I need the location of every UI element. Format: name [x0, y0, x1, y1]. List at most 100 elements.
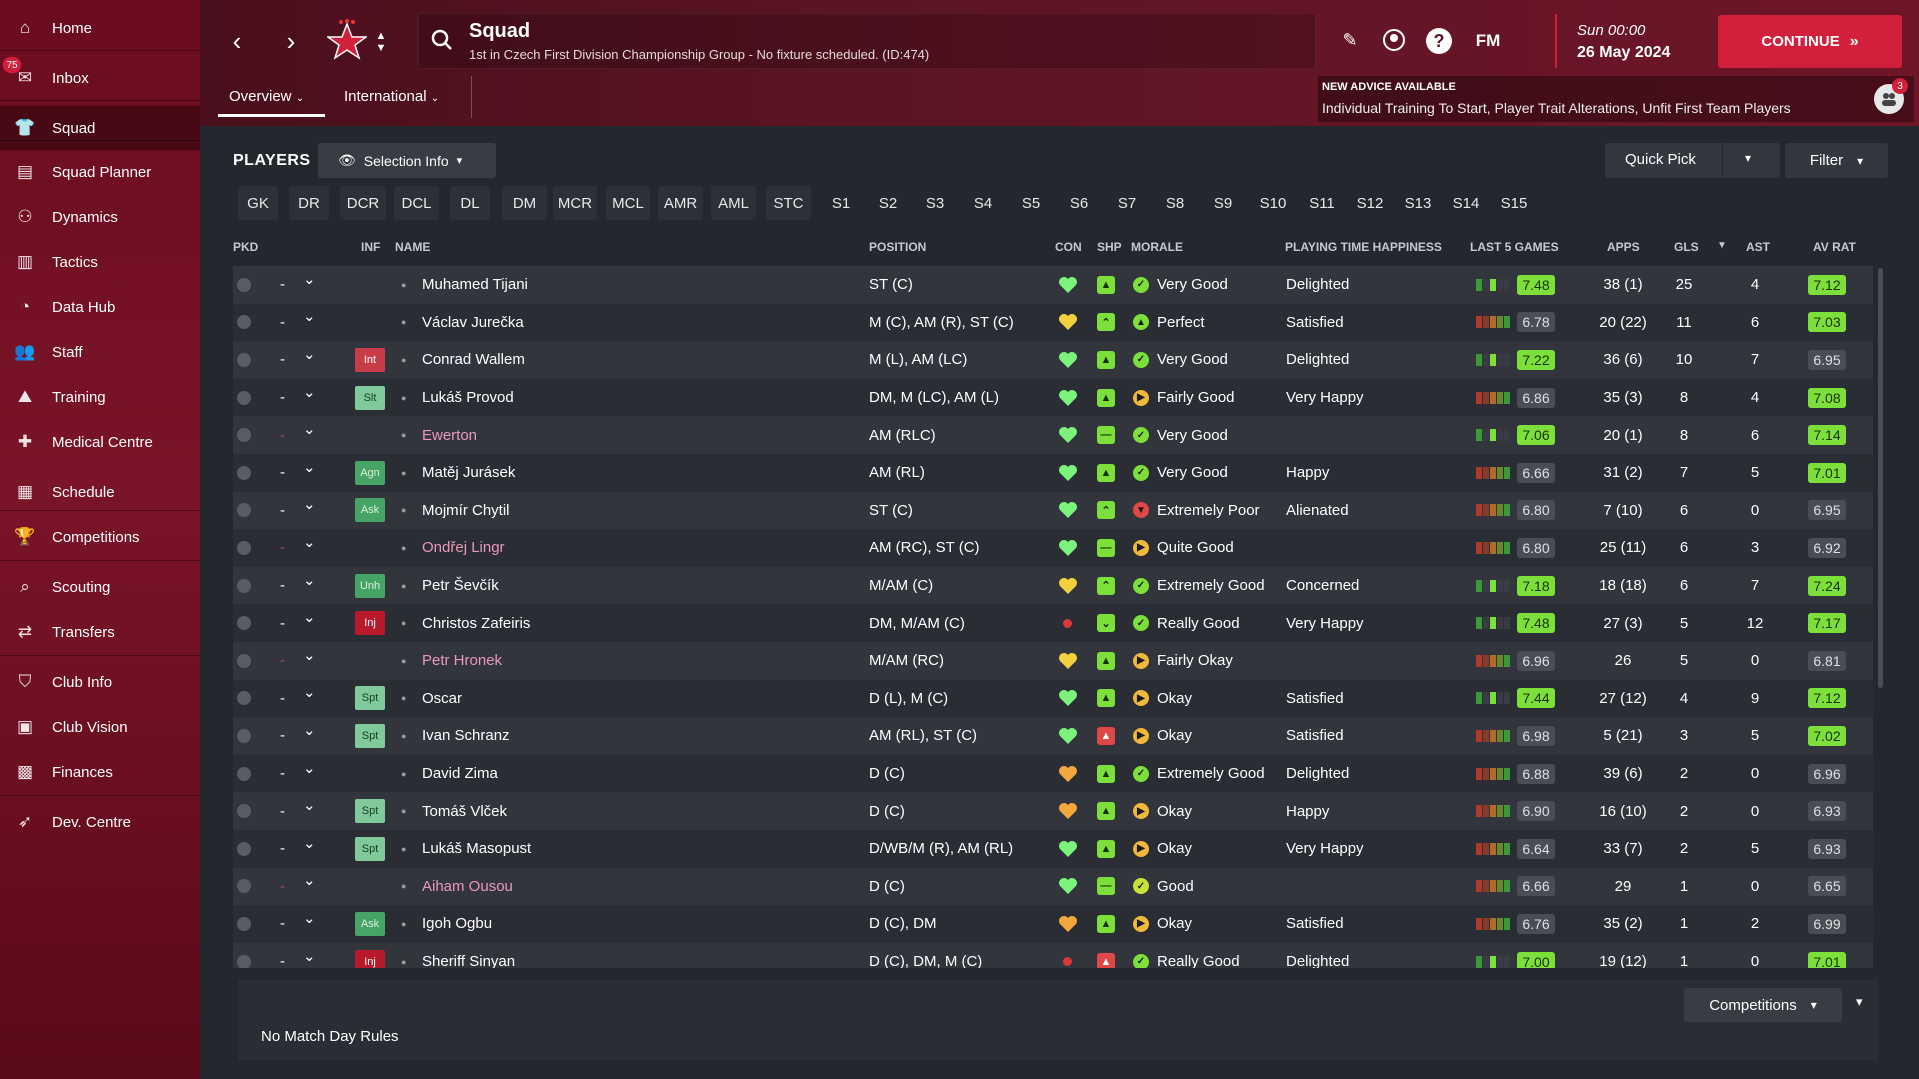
sidebar-item-training[interactable]: ⛰ Training — [0, 375, 200, 419]
sidebar-item-squad[interactable]: 👕 Squad — [0, 106, 200, 150]
player-name[interactable]: Tomáš Vlček — [422, 792, 507, 830]
position-filter-s6[interactable]: S6 — [1064, 186, 1094, 220]
inf-badge[interactable]: Inj — [355, 949, 385, 968]
player-name[interactable]: Václav Jurečka — [422, 304, 524, 342]
pick-toggle[interactable] — [237, 454, 257, 492]
club-switch-icon[interactable]: ▲ ▼ — [374, 24, 388, 60]
position-filter-s10[interactable]: S10 — [1256, 186, 1290, 220]
pick-dot[interactable] — [237, 578, 251, 593]
inf-badge[interactable]: Spt — [355, 723, 385, 748]
sidebar-item-inbox[interactable]: ✉ Inbox — [0, 56, 200, 100]
position-filter-s13[interactable]: S13 — [1401, 186, 1435, 220]
col-av-rat[interactable]: AV RAT — [1813, 240, 1856, 254]
col-playing-time-happiness[interactable]: PLAYING TIME HAPPINESS — [1285, 240, 1442, 254]
row-chevron-icon[interactable]: ⌄ — [303, 786, 317, 824]
player-name[interactable]: Ondřej Lingr — [422, 529, 505, 567]
table-row[interactable]: - ⌄ ● David Zima D (C) ▲ ✓ Extremely Good Deligh… — [233, 754, 1873, 793]
position-filter-s1[interactable]: S1 — [826, 186, 856, 220]
row-chevron-icon[interactable]: ⌄ — [303, 373, 317, 411]
sidebar-item-competitions[interactable]: 🏆 Competitions — [0, 515, 200, 559]
inf-badge[interactable]: Ask — [355, 498, 385, 523]
table-row[interactable]: - ⌄ Spt ● Tomáš Vlček D (C) ▲ ▶ Okay Happy 6.90 16 … — [233, 792, 1873, 830]
pick-toggle[interactable] — [237, 755, 257, 793]
quick-pick-button[interactable]: Quick Pick ▾ — [1605, 143, 1780, 178]
table-row[interactable]: - ⌄ ● Ondřej Lingr AM (RC), ST (C) — ▶ Quite Go… — [233, 529, 1873, 567]
pick-toggle[interactable] — [237, 868, 257, 906]
position-filter-s9[interactable]: S9 — [1208, 186, 1238, 220]
pick-dot[interactable] — [237, 728, 251, 743]
player-name[interactable]: Ewerton — [422, 416, 477, 454]
pick-toggle[interactable] — [237, 379, 257, 417]
manager-face-icon[interactable] — [1380, 26, 1408, 54]
pick-toggle[interactable] — [237, 567, 257, 605]
pick-dot[interactable] — [237, 503, 251, 518]
table-row[interactable]: - ⌄ ● Petr Hronek M/AM (RC) ▲ ▶ Fairly Okay 6.96… — [233, 642, 1873, 680]
pick-dot[interactable] — [237, 766, 251, 781]
inf-badge[interactable]: Spt — [355, 799, 385, 824]
tab-overview[interactable]: Overview ⌄ — [229, 88, 304, 105]
table-row[interactable]: - ⌄ Ask ● Igoh Ogbu D (C), DM ▲ ▶ Okay Satisfied 6… — [233, 905, 1873, 943]
pick-toggle[interactable] — [237, 642, 257, 680]
pick-toggle[interactable] — [237, 492, 257, 530]
row-chevron-icon[interactable]: ⌄ — [303, 862, 317, 900]
position-filter-s12[interactable]: S12 — [1353, 186, 1387, 220]
table-row[interactable]: - ⌄ Unh ● Petr Ševčík M/AM (C) ⌃ ✓ Extremely Goo… — [233, 566, 1873, 605]
position-filter-dm[interactable]: DM — [502, 186, 547, 220]
edit-icon[interactable]: ✎ — [1338, 28, 1362, 52]
col-ast[interactable]: AST — [1746, 240, 1770, 254]
sidebar-item-medical-centre[interactable]: ✚ Medical Centre — [0, 420, 200, 464]
pick-dot[interactable] — [237, 315, 251, 330]
pick-toggle[interactable] — [237, 943, 257, 968]
pick-dot[interactable] — [237, 916, 251, 931]
sort-desc-icon[interactable]: ▼ — [1717, 240, 1727, 251]
sidebar-item-transfers[interactable]: ⇄ Transfers — [0, 610, 200, 654]
sidebar-item-tactics[interactable]: ▥ Tactics — [0, 240, 200, 284]
tab-international[interactable]: International ⌄ — [344, 88, 439, 105]
col-shp[interactable]: SHP — [1097, 240, 1122, 254]
table-row[interactable]: - ⌄ ● Václav Jurečka M (C), AM (R), ST (C) ⌃ ▲… — [233, 303, 1873, 342]
table-row[interactable]: - ⌄ Inj ● Sheriff Sinyan D (C), DM, M (C) ▲ ✓ Re… — [233, 942, 1873, 968]
pick-dot[interactable] — [237, 277, 251, 292]
player-name[interactable]: David Zima — [422, 755, 498, 793]
pick-dot[interactable] — [237, 841, 251, 856]
col-inf[interactable]: INF — [361, 240, 380, 254]
table-row[interactable]: - ⌄ ● Muhamed Tijani ST (C) ▲ ✓ Very Good Deligh… — [233, 266, 1873, 304]
position-filter-gk[interactable]: GK — [238, 186, 278, 220]
position-filter-mcl[interactable]: MCL — [606, 186, 650, 220]
position-filter-s5[interactable]: S5 — [1016, 186, 1046, 220]
inf-badge[interactable]: Spt — [355, 686, 385, 711]
sidebar-item-home[interactable]: ⌂ Home — [0, 6, 200, 50]
pick-dot[interactable] — [237, 691, 251, 706]
pick-dot[interactable] — [237, 428, 251, 443]
help-icon[interactable]: ? — [1426, 28, 1452, 54]
position-filter-s2[interactable]: S2 — [873, 186, 903, 220]
inf-badge[interactable]: Unh — [355, 573, 385, 598]
col-con[interactable]: CON — [1055, 240, 1082, 254]
row-chevron-icon[interactable]: ⌄ — [303, 561, 317, 599]
player-name[interactable]: Oscar — [422, 680, 462, 718]
chevron-down-icon[interactable]: ▾ — [1745, 151, 1751, 165]
sidebar-item-staff[interactable]: 👥 Staff — [0, 330, 200, 374]
forward-button[interactable]: › — [278, 26, 304, 56]
table-row[interactable]: - ⌄ Spt ● Ivan Schranz AM (RL), ST (C) ▲ ▶ Okay S… — [233, 717, 1873, 755]
table-row[interactable]: - ⌄ ● Ewerton AM (RLC) — ✓ Very Good 7.06 20 (1) 8… — [233, 416, 1873, 454]
col-name[interactable]: NAME — [395, 240, 430, 254]
row-chevron-icon[interactable]: ⌄ — [303, 448, 317, 486]
sidebar-item-squad-planner[interactable]: ▤ Squad Planner — [0, 150, 200, 194]
player-name[interactable]: Mojmír Chytil — [422, 492, 510, 530]
search-icon[interactable] — [429, 27, 455, 53]
position-filter-dr[interactable]: DR — [289, 186, 329, 220]
player-name[interactable]: Lukáš Masopust — [422, 830, 531, 868]
pick-toggle[interactable] — [237, 341, 257, 379]
pick-dot[interactable] — [237, 540, 251, 555]
competitions-dropdown[interactable]: Competitions ▾ — [1684, 988, 1842, 1022]
advice-panel[interactable]: NEW ADVICE AVAILABLE Individual Training… — [1318, 76, 1914, 122]
pick-dot[interactable] — [237, 390, 251, 405]
row-chevron-icon[interactable]: ⌄ — [303, 266, 317, 298]
table-row[interactable]: - ⌄ Slt ● Lukáš Provod DM, M (LC), AM (L) ▲ ▶ Fa… — [233, 378, 1873, 417]
position-filter-amr[interactable]: AMR — [658, 186, 703, 220]
row-chevron-icon[interactable]: ⌄ — [303, 749, 317, 787]
sidebar-item-club-info[interactable]: ⛉ Club Info — [0, 660, 200, 704]
row-chevron-icon[interactable]: ⌄ — [303, 410, 317, 448]
pick-toggle[interactable] — [237, 416, 257, 454]
